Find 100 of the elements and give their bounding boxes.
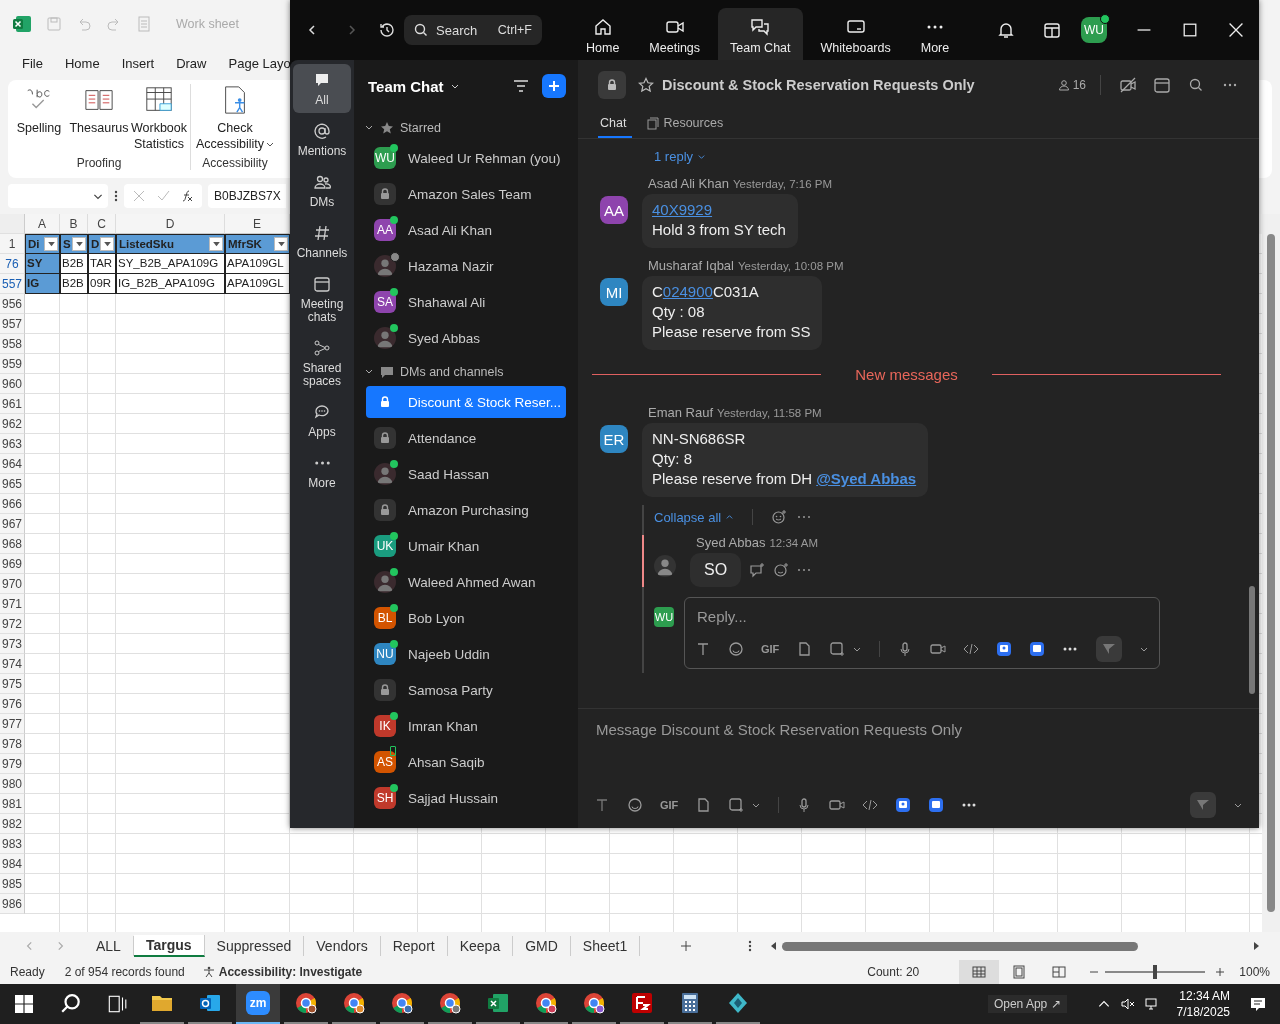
screenshot-icon[interactable] bbox=[829, 641, 846, 657]
send-button[interactable] bbox=[1096, 636, 1122, 662]
code-icon[interactable] bbox=[862, 797, 879, 813]
column-header[interactable]: B bbox=[60, 214, 88, 234]
row-number[interactable]: 963 bbox=[0, 434, 25, 454]
new-chat-button[interactable] bbox=[542, 74, 566, 98]
section-label[interactable]: Starred bbox=[400, 121, 441, 135]
member-count[interactable]: 16 bbox=[1057, 78, 1086, 92]
chat-list-item[interactable]: Syed Abbas bbox=[366, 322, 566, 354]
sender-name[interactable]: Asad Ali Khan bbox=[648, 176, 729, 191]
code-icon[interactable] bbox=[963, 641, 980, 657]
section-header[interactable]: DMs and channels bbox=[354, 358, 578, 386]
rail-tab[interactable]: Apps bbox=[293, 396, 351, 445]
row-number[interactable]: 982 bbox=[0, 814, 25, 834]
message-field[interactable]: Message Discount & Stock Reservation Requests Only bbox=[594, 717, 1243, 741]
row-number[interactable]: 961 bbox=[0, 394, 25, 414]
speaker-muted-icon[interactable] bbox=[1120, 997, 1135, 1011]
chat-list-item[interactable]: Waleed Ahmed Awan bbox=[366, 566, 566, 598]
channel-title[interactable]: Discount & Stock Reservation Requests Only bbox=[662, 77, 975, 93]
menu-tab[interactable]: Draw bbox=[176, 55, 207, 71]
search-input[interactable]: Search bbox=[434, 21, 492, 39]
row-number[interactable]: 986 bbox=[0, 894, 25, 914]
function-icon[interactable] bbox=[180, 189, 194, 203]
nav-tab[interactable]: More bbox=[908, 8, 962, 60]
send-button[interactable] bbox=[1190, 792, 1216, 818]
chat-list-item[interactable]: Attendance bbox=[366, 422, 566, 454]
rail-tab[interactable]: All bbox=[293, 64, 351, 113]
row-number[interactable]: 957 bbox=[0, 314, 25, 334]
row-number[interactable]: 960 bbox=[0, 374, 25, 394]
row-number[interactable]: 956 bbox=[0, 294, 25, 314]
column-header[interactable]: A bbox=[25, 214, 60, 234]
emoji-icon[interactable] bbox=[627, 797, 643, 813]
sheet-tab[interactable]: Vendors bbox=[304, 936, 381, 956]
chat-list-item[interactable]: WU Waleed Ur Rehman (you) bbox=[366, 142, 566, 174]
replies-link[interactable]: 1 reply bbox=[654, 149, 707, 164]
row-number[interactable]: 958 bbox=[0, 334, 25, 354]
filter-icon[interactable] bbox=[512, 77, 530, 95]
video-icon[interactable] bbox=[930, 641, 947, 657]
chat-list-item[interactable]: AS Ahsan Saqib bbox=[366, 746, 566, 778]
bell-icon[interactable] bbox=[997, 21, 1015, 39]
row-number[interactable]: 969 bbox=[0, 554, 25, 574]
video-icon[interactable] bbox=[829, 797, 846, 813]
row-number[interactable]: 980 bbox=[0, 774, 25, 794]
row-number[interactable]: 966 bbox=[0, 494, 25, 514]
sender-name[interactable]: Syed Abbas bbox=[696, 535, 766, 550]
task-view-icon[interactable] bbox=[106, 993, 128, 1015]
panel-title[interactable]: Team Chat bbox=[368, 77, 444, 95]
section-header[interactable]: Starred bbox=[354, 114, 578, 142]
chat-list-item[interactable]: Saad Hassan bbox=[366, 458, 566, 490]
ribbon-button[interactable]: Check Accessibility bbox=[193, 84, 277, 152]
chat-list-item[interactable]: Amazon Sales Team bbox=[366, 178, 566, 210]
zoom-level[interactable]: 100% bbox=[1239, 965, 1270, 979]
scroll-left-icon[interactable] bbox=[770, 942, 779, 950]
gif-button[interactable]: GIF bbox=[761, 643, 780, 655]
chat-list-item[interactable]: Discount & Stock Reser... bbox=[366, 386, 566, 418]
filter-button[interactable] bbox=[72, 237, 86, 251]
chat-list-item[interactable]: SA Shahawal Ali bbox=[366, 286, 566, 318]
text-format-icon[interactable] bbox=[695, 641, 711, 657]
rail-tab[interactable]: Meeting chats bbox=[293, 268, 351, 330]
column-header[interactable]: E bbox=[225, 214, 290, 234]
row-number[interactable]: 962 bbox=[0, 414, 25, 434]
row-number[interactable]: 976 bbox=[0, 694, 25, 714]
row-number[interactable]: 979 bbox=[0, 754, 25, 774]
row-number[interactable]: 984 bbox=[0, 854, 25, 874]
row-number[interactable]: 965 bbox=[0, 474, 25, 494]
chat-list-item[interactable]: IK Imran Khan bbox=[366, 710, 566, 742]
section-label[interactable]: DMs and channels bbox=[400, 365, 504, 379]
message-link[interactable]: 024900 bbox=[662, 283, 713, 300]
rail-tab[interactable]: More bbox=[293, 447, 351, 496]
file-icon[interactable] bbox=[796, 641, 813, 657]
maximize-icon[interactable] bbox=[1181, 21, 1199, 39]
start-icon[interactable] bbox=[15, 995, 33, 1013]
filter-button[interactable] bbox=[274, 237, 288, 251]
screenshot-icon[interactable] bbox=[728, 797, 745, 813]
filter-button[interactable] bbox=[209, 237, 223, 251]
chat-list-item[interactable]: BL Bob Lyon bbox=[366, 602, 566, 634]
sheet-tab[interactable]: Targus bbox=[133, 935, 205, 957]
menu-tab[interactable]: File bbox=[22, 55, 43, 71]
search-icon[interactable] bbox=[60, 993, 82, 1015]
filter-button[interactable] bbox=[44, 237, 58, 251]
accessibility-icon[interactable] bbox=[202, 966, 215, 978]
text-format-icon[interactable] bbox=[594, 797, 610, 813]
add-reaction-icon[interactable] bbox=[773, 562, 790, 578]
emoji-icon[interactable] bbox=[728, 641, 744, 657]
rail-tab[interactable]: Shared spaces bbox=[293, 332, 351, 394]
row-number[interactable]: 968 bbox=[0, 534, 25, 554]
clock-time[interactable]: 12:34 AM bbox=[1179, 988, 1230, 1004]
more-icon[interactable] bbox=[748, 939, 753, 953]
menu-tab[interactable]: Home bbox=[64, 55, 100, 71]
app-icon[interactable] bbox=[895, 797, 912, 813]
chat-list-item[interactable]: Samosa Party bbox=[366, 674, 566, 706]
scroll-right-icon[interactable] bbox=[1252, 942, 1260, 950]
app-icon[interactable] bbox=[996, 641, 1013, 657]
rail-tab[interactable]: Mentions bbox=[293, 115, 351, 164]
status-text[interactable]: Accessibility: Investigate bbox=[218, 965, 363, 979]
row-number[interactable]: 1 bbox=[0, 234, 25, 254]
row-number[interactable]: 970 bbox=[0, 574, 25, 594]
chat-list-item[interactable]: UK Umair Khan bbox=[366, 530, 566, 562]
channel-tab[interactable]: Resources bbox=[644, 116, 730, 138]
network-icon[interactable] bbox=[1144, 997, 1159, 1011]
